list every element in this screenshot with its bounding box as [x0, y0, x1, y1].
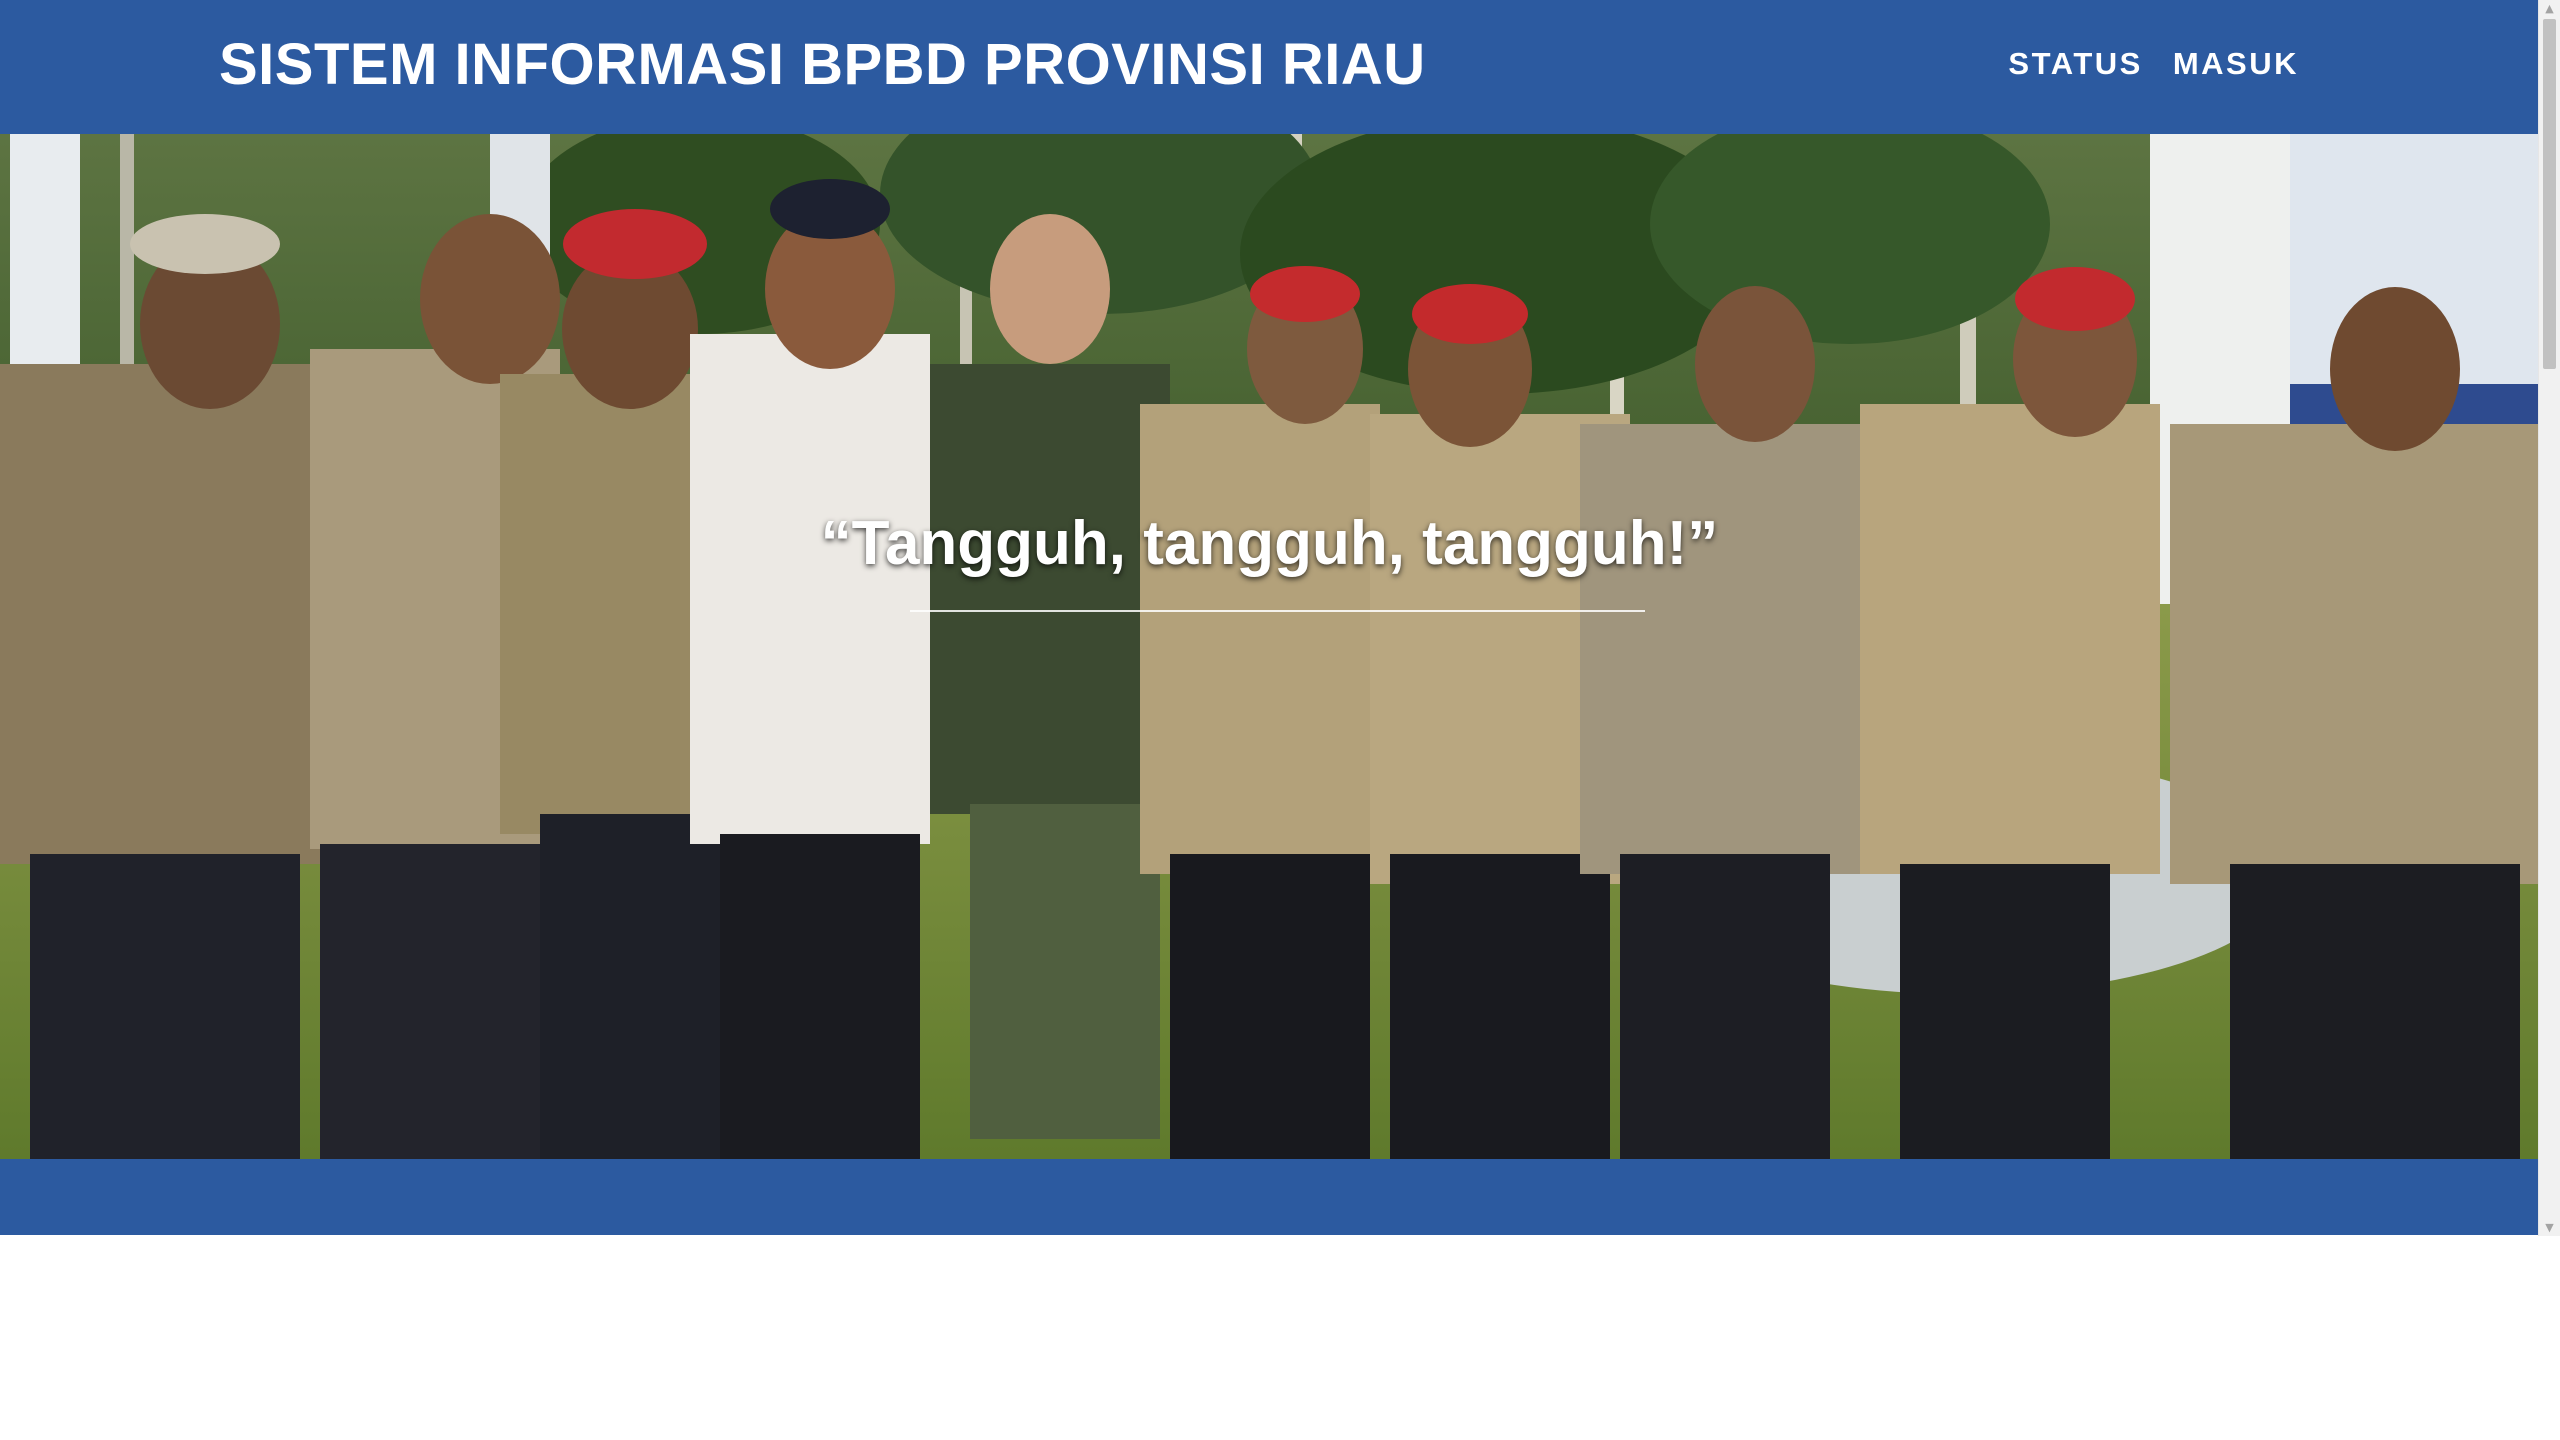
hero-photo — [0, 134, 2539, 1159]
triangle-down-icon[interactable]: ▼ — [2539, 1219, 2560, 1236]
site-title: SISTEM INFORMASI BPBD PROVINSI RIAU — [219, 32, 1426, 97]
hero-divider — [910, 610, 1645, 612]
nav-status-link[interactable]: STATUS — [2008, 44, 2142, 84]
triangle-up-icon[interactable]: ▲ — [2539, 0, 2560, 17]
hero-quote: “Tangguh, tangguh, tangguh!” — [820, 509, 1719, 578]
page-scrollbar[interactable]: ▲ ▼ — [2538, 0, 2560, 1236]
top-navbar: SISTEM INFORMASI BPBD PROVINSI RIAU STAT… — [0, 0, 2539, 134]
scroll-thumb[interactable] — [2543, 19, 2556, 369]
page: SISTEM INFORMASI BPBD PROVINSI RIAU STAT… — [0, 0, 2560, 1440]
nav-links: STATUS MASUK — [2008, 44, 2299, 84]
section-band — [0, 1159, 2539, 1235]
hero-banner: “Tangguh, tangguh, tangguh!” — [0, 134, 2539, 1159]
nav-masuk-link[interactable]: MASUK — [2173, 44, 2299, 84]
